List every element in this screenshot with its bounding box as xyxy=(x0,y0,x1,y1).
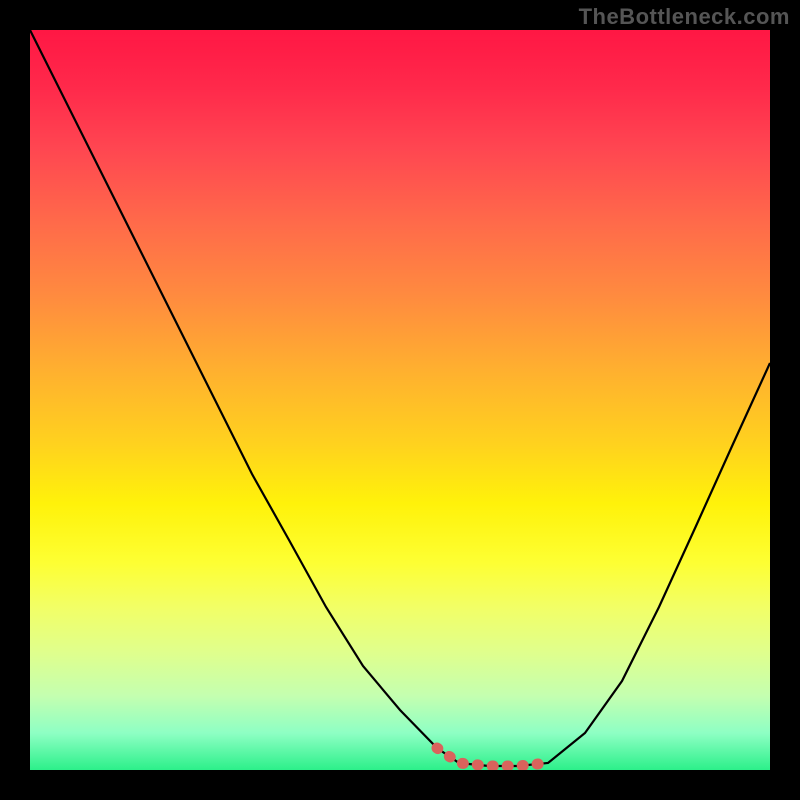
highlight-segment xyxy=(437,748,548,766)
bottleneck-curve xyxy=(30,30,770,766)
curve-layer xyxy=(30,30,770,770)
chart-frame: TheBottleneck.com xyxy=(0,0,800,800)
watermark-text: TheBottleneck.com xyxy=(579,4,790,30)
plot-area xyxy=(30,30,770,770)
